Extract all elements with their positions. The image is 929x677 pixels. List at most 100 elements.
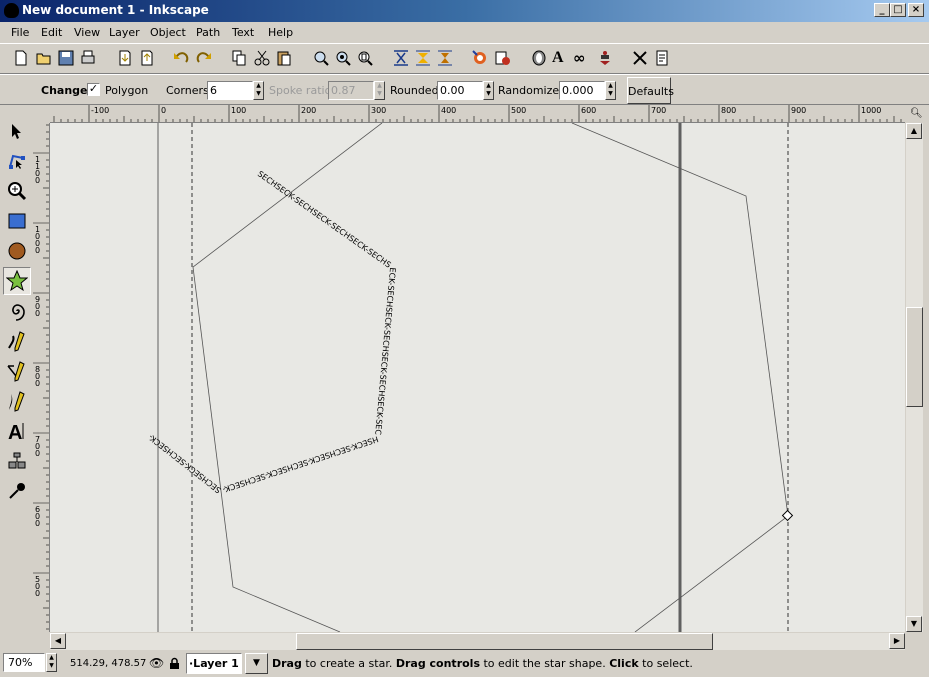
paste-icon[interactable] [275, 49, 293, 67]
window-title: New document 1 - Inkscape [22, 3, 209, 17]
save-icon[interactable] [57, 49, 75, 67]
rounded-input[interactable]: 0.00 [437, 81, 483, 100]
ruler-label: 0 [35, 176, 40, 185]
text-path [94, 175, 390, 488]
randomized-stepper[interactable]: ▲ ▼ [605, 81, 616, 100]
new-document-icon[interactable] [12, 49, 30, 67]
ruler-label: 100 [231, 106, 246, 115]
horizontal-scrollbar[interactable]: ◀ ▶ [50, 633, 905, 650]
polygon-checkbox[interactable]: ✓ [87, 83, 100, 96]
text-on-path[interactable]: SECHSECK-SECHSECK-SECHSECK-SECHSECK-SECH… [147, 169, 397, 495]
cursor-coordinates: 514.29, 478.57 [70, 658, 147, 669]
minimize-button[interactable]: _ [874, 3, 890, 17]
menu-path[interactable]: Path [196, 26, 220, 39]
preferences-icon[interactable] [631, 49, 649, 67]
close-button[interactable]: × [908, 3, 924, 17]
rectangle-icon [8, 213, 26, 229]
document-properties-icon[interactable] [493, 49, 511, 67]
spiral-tool[interactable] [3, 297, 31, 325]
horizontal-ruler: -100 0 100 200 300 400 500 600 700 800 900 1000 [50, 105, 905, 123]
undo-icon[interactable] [172, 49, 190, 67]
calligraphy-tool[interactable] [3, 387, 31, 415]
pencil-tool[interactable] [3, 327, 31, 355]
zoom-selection-icon[interactable] [312, 49, 330, 67]
vertical-scrollbar[interactable]: ▲ ▼ [906, 123, 923, 632]
scroll-right-button[interactable]: ▶ [889, 633, 905, 649]
menu-file[interactable]: File [11, 26, 29, 39]
zoom-corner-icon[interactable]: 🔍︎ [910, 108, 923, 119]
align-icon[interactable] [392, 49, 410, 67]
cut-icon[interactable] [253, 49, 271, 67]
pen-tool[interactable] [3, 357, 31, 385]
ruler-label: 0 [35, 589, 40, 598]
dropper-tool[interactable] [3, 477, 31, 505]
scroll-down-button[interactable]: ▼ [906, 616, 922, 632]
transform-icon[interactable]: ∞ [573, 49, 591, 67]
zoom-field[interactable]: 70% [3, 653, 45, 672]
selected-hexagon[interactable] [192, 123, 789, 632]
layer-select[interactable]: ·Layer 1 [186, 653, 242, 674]
document-info-icon[interactable] [653, 49, 671, 67]
text-font-icon[interactable]: A [552, 49, 570, 67]
scroll-left-button[interactable]: ◀ [50, 633, 66, 649]
print-icon[interactable] [79, 49, 97, 67]
connector-icon [8, 452, 26, 469]
ruler-corner [33, 105, 50, 123]
connector-tool[interactable] [3, 447, 31, 475]
xml-editor-icon[interactable] [471, 49, 489, 67]
corners-stepper[interactable]: ▲ ▼ [253, 81, 264, 100]
ruler-label: 0 [35, 246, 40, 255]
svg-text:A: A [8, 422, 22, 442]
ruler-label: 0 [35, 379, 40, 388]
export-icon[interactable] [138, 49, 156, 67]
magnifier-icon [8, 182, 27, 201]
ruler-label: 400 [441, 106, 456, 115]
lock-icon[interactable] [169, 657, 180, 670]
open-icon[interactable] [35, 49, 53, 67]
menu-bar: File Edit View Layer Object Path Text He… [0, 22, 929, 44]
defaults-button[interactable]: Defaults [627, 77, 674, 104]
menu-edit[interactable]: Edit [41, 26, 62, 39]
maximize-button[interactable]: □ [890, 3, 906, 17]
ruler-label: 0 [35, 519, 40, 528]
vertical-scroll-thumb[interactable] [906, 307, 923, 407]
layer-dropdown-button[interactable]: ▼ [245, 653, 268, 674]
distribute-icon[interactable] [414, 49, 432, 67]
ruler-label: 600 [581, 106, 596, 115]
rounded-stepper[interactable]: ▲ ▼ [483, 81, 494, 100]
menu-layer[interactable]: Layer [109, 26, 140, 39]
spiral-icon [12, 304, 25, 321]
selector-tool[interactable] [3, 117, 31, 145]
menu-help[interactable]: Help [268, 26, 293, 39]
menu-view[interactable]: View [74, 26, 100, 39]
menu-text[interactable]: Text [232, 26, 254, 39]
rectangle-tool[interactable] [3, 207, 31, 235]
ruler-label: 0 [35, 309, 40, 318]
drawing-canvas[interactable]: SECHSECK-SECHSECK-SECHSECK-SECHSECK-SECH… [50, 123, 905, 632]
object-properties-icon[interactable] [596, 49, 614, 67]
eye-visibility-icon[interactable]: 👁︎ [149, 656, 164, 670]
redo-icon[interactable] [195, 49, 213, 67]
zoom-stepper[interactable]: ▲ ▼ [46, 653, 57, 672]
zoom-drawing-icon[interactable] [334, 49, 352, 67]
text-tool[interactable]: A [3, 417, 31, 445]
copy-icon[interactable] [230, 49, 248, 67]
corners-input[interactable]: 6 [207, 81, 253, 100]
randomized-input[interactable]: 0.000 [559, 81, 605, 100]
status-message: Drag to create a star. Drag controls to … [272, 657, 693, 670]
ruler-label: 900 [791, 106, 806, 115]
zoom-page-icon[interactable] [356, 49, 374, 67]
scroll-up-button[interactable]: ▲ [906, 123, 922, 139]
zoom-tool[interactable] [3, 177, 31, 205]
fill-stroke-icon[interactable] [530, 49, 548, 67]
import-icon[interactable] [116, 49, 134, 67]
ruler-label: 1000 [861, 106, 881, 115]
star-tool[interactable] [3, 267, 31, 295]
menu-object[interactable]: Object [150, 26, 186, 39]
node-tool[interactable] [3, 147, 31, 175]
ellipse-tool[interactable] [3, 237, 31, 265]
ruler-label: 800 [721, 106, 736, 115]
horizontal-scroll-thumb[interactable] [296, 633, 713, 650]
star-icon [6, 270, 28, 292]
arrange-icon[interactable] [436, 49, 454, 67]
